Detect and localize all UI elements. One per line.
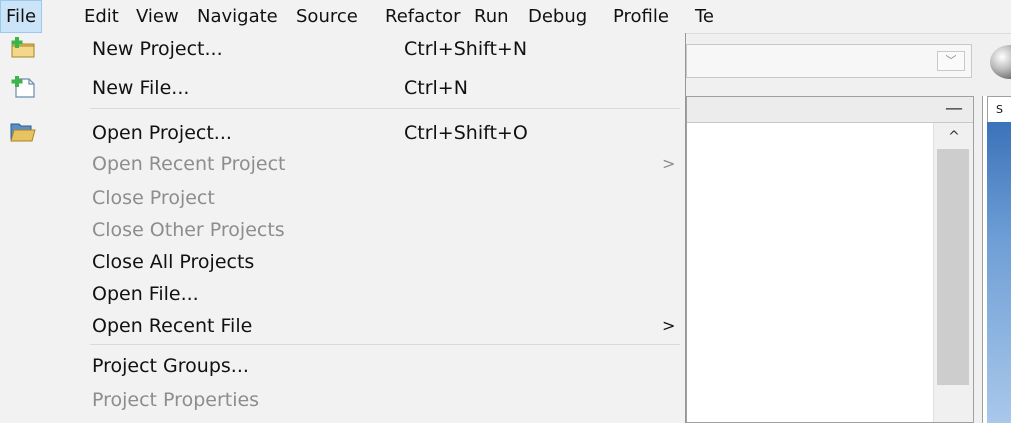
menu-item-label: New Project... [92,38,223,60]
menu-item-label: Close All Projects [92,251,255,273]
menu-item-close-project[interactable]: Close Project [0,182,686,214]
menu-separator [90,344,680,345]
menu-item-label: Open Recent Project [92,153,286,175]
menu-view[interactable]: View [131,0,184,33]
menu-profile[interactable]: Profile [608,0,674,33]
submenu-arrow-icon: > [662,154,676,173]
menu-item-open-recent-project[interactable]: Open Recent Project > [0,148,686,180]
scrollbar-thumb[interactable] [937,149,969,385]
scroll-up-icon[interactable]: ^ [934,127,974,147]
menu-item-label: Open Project... [92,122,232,144]
editor-preview [987,122,1011,423]
open-project-icon [10,123,36,142]
menu-navigate[interactable]: Navigate [192,0,283,33]
projects-panel: — ^ [686,96,974,423]
panel-header: — [687,97,973,123]
menu-item-label: Open Recent File [92,315,253,337]
minimize-icon[interactable]: — [945,100,963,118]
menu-item-close-other-projects[interactable]: Close Other Projects [0,214,686,246]
vertical-scrollbar[interactable]: ^ [933,123,973,422]
new-project-icon [11,37,35,58]
file-menu-dropdown: New Project... Ctrl+Shift+N New File... … [0,33,686,423]
menu-file[interactable]: File [0,0,43,33]
configuration-combo[interactable]: ﹀ [686,44,972,78]
menu-item-shortcut: Ctrl+N [404,77,468,99]
submenu-arrow-icon: > [662,316,676,335]
menu-refactor[interactable]: Refactor [380,0,466,33]
menu-bar: File Edit View Navigate Source Refactor … [0,0,1011,34]
menu-item-new-project[interactable]: New Project... Ctrl+Shift+N [0,33,686,65]
menu-edit[interactable]: Edit [79,0,124,33]
menu-item-label: Close Project [92,187,215,209]
menu-item-project-properties[interactable]: Project Properties [0,384,686,416]
menu-item-new-file[interactable]: New File... Ctrl+N [0,72,686,104]
menu-item-label: Project Groups... [92,355,249,377]
menu-source[interactable]: Source [291,0,363,33]
menu-item-label: New File... [92,77,190,99]
menu-team[interactable]: Te [690,0,719,33]
new-file-icon [11,76,35,98]
menu-item-open-recent-file[interactable]: Open Recent File > [0,310,686,342]
menu-item-label: Open File... [92,283,199,305]
combo-dropdown-arrow[interactable]: ﹀ [937,51,965,71]
editor-area: S [982,96,1011,423]
menu-item-label: Project Properties [92,389,260,411]
menu-separator [90,108,680,109]
menu-debug[interactable]: Debug [523,0,592,33]
menu-item-label: Close Other Projects [92,219,285,241]
menu-item-shortcut: Ctrl+Shift+N [404,38,528,60]
menu-item-shortcut: Ctrl+Shift+O [404,122,528,144]
menu-run[interactable]: Run [469,0,514,33]
editor-tab[interactable]: S [987,96,1011,122]
menu-item-project-groups[interactable]: Project Groups... [0,350,686,382]
menu-item-close-all-projects[interactable]: Close All Projects [0,246,686,278]
globe-icon[interactable] [990,45,1011,79]
menu-item-open-project[interactable]: Open Project... Ctrl+Shift+O [0,117,686,149]
menu-item-open-file[interactable]: Open File... [0,278,686,310]
